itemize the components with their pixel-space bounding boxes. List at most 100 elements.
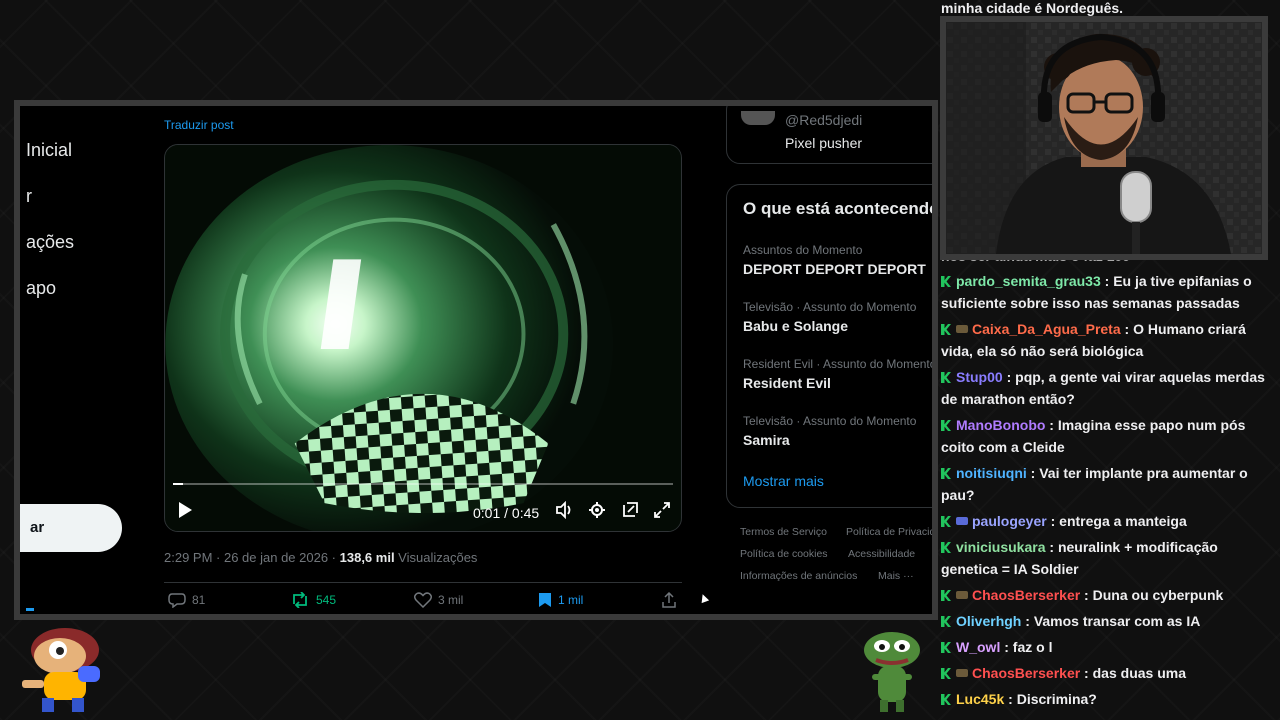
chat-separator: : <box>1026 465 1040 481</box>
mouse-cursor <box>698 592 710 604</box>
chat-message: ChaosBerserker : das duas uma <box>941 662 1273 684</box>
chat-username[interactable]: ManoBonobo <box>956 417 1045 433</box>
chat-username[interactable]: Luc45k <box>956 691 1004 707</box>
trends-title: O que está acontecendo <box>743 199 932 218</box>
chat-message: viniciusukara : neuralink + modificação … <box>941 536 1273 580</box>
chat-username[interactable]: ChaosBerserker <box>972 665 1080 681</box>
chat-badge-icon <box>941 668 951 679</box>
translate-post-link[interactable]: Traduzir post <box>164 118 234 132</box>
video-progress-fill <box>173 483 183 485</box>
right-sidebar: @Red5djedi Pixel pusher O que está acont… <box>726 106 932 614</box>
chat-message: noitisiuqni : Vai ter implante pra aumen… <box>941 462 1273 506</box>
video-time: 0:01 / 0:45 <box>473 505 540 521</box>
video-progress-bar[interactable] <box>173 483 673 485</box>
cookies-link[interactable]: Política de cookies <box>740 548 828 560</box>
streamer-webcam-image <box>946 22 1262 254</box>
nav-item-home[interactable]: Inicial <box>26 140 72 161</box>
mascot-sticker <box>22 628 100 712</box>
follow-bio: Pixel pusher <box>785 135 863 151</box>
chat-username[interactable]: paulogeyer <box>972 513 1047 529</box>
chat-badge-icon <box>941 324 951 335</box>
chat-badge-icon <box>941 616 951 627</box>
chat-username[interactable]: Stup00 <box>956 369 1003 385</box>
picture-in-picture-icon[interactable] <box>621 501 639 519</box>
trend-item[interactable]: Televisão · Assunto do Momento Samira <box>743 414 916 448</box>
accessibility-link[interactable]: Acessibilidade <box>848 548 915 560</box>
trend-name: DEPORT DEPORT DEPORT <box>743 261 926 277</box>
screen-capture-frame: Inicial r ações apo ar Traduzir post 0:0… <box>14 100 938 620</box>
video-player[interactable]: 0:01 / 0:45 <box>164 144 682 532</box>
chat-username[interactable]: viniciusukara <box>956 539 1046 555</box>
trend-name: Babu e Solange <box>743 318 849 334</box>
post-button[interactable]: ar <box>20 504 122 552</box>
settings-gear-icon[interactable] <box>588 501 606 519</box>
chat-badge-icon <box>941 468 951 479</box>
terms-link[interactable]: Termos de Serviço <box>740 526 827 538</box>
webcam-video <box>946 22 1262 254</box>
chat-text: Duna ou cyberpunk <box>1092 587 1224 603</box>
chat-username[interactable]: W_owl <box>956 639 1000 655</box>
chat-badge-icon <box>941 516 951 527</box>
chat-separator: : <box>1002 369 1016 385</box>
chat-separator: : <box>1046 513 1060 529</box>
repost-count: 545 <box>316 593 337 607</box>
ads-info-link[interactable]: Informações de anúncios <box>740 570 857 582</box>
chat-text: faz o l <box>1012 639 1053 655</box>
twitter-page: Inicial r ações apo ar Traduzir post 0:0… <box>20 106 932 614</box>
who-to-follow-card: @Red5djedi Pixel pusher <box>726 106 932 164</box>
trends-card: O que está acontecendo Assuntos do Momen… <box>726 184 932 508</box>
chat-username[interactable]: ChaosBerserker <box>972 587 1080 603</box>
nav-item-explore[interactable]: r <box>26 186 32 207</box>
trend-item[interactable]: Televisão · Assunto do Momento Babu e So… <box>743 300 916 334</box>
more-link[interactable]: Mais ··· <box>878 570 914 582</box>
chat-text: das duas uma <box>1092 665 1186 681</box>
trend-name: Resident Evil <box>743 375 831 391</box>
chat-separator: : <box>1045 417 1058 433</box>
reply-count: 81 <box>192 593 206 607</box>
post-timestamp[interactable]: 2:29 PM · 26 de jan de 2026 · <box>164 550 340 565</box>
views-label: Visualizações <box>394 550 478 565</box>
show-more-link[interactable]: Mostrar mais <box>743 473 824 489</box>
nav-item-chat[interactable]: apo <box>26 278 56 299</box>
trend-item[interactable]: Assuntos do Momento DEPORT DEPORT DEPORT <box>743 243 926 277</box>
chat-text: entrega a manteiga <box>1059 513 1187 529</box>
chat-text: Vamos transar com as IA <box>1033 613 1201 629</box>
play-icon[interactable] <box>177 501 193 519</box>
nav-item-notifications[interactable]: ações <box>26 232 74 253</box>
avatar[interactable] <box>741 111 775 125</box>
repost-button[interactable]: 545 <box>290 592 336 608</box>
video-frame-tunnel <box>165 145 681 531</box>
video-controls: 0:01 / 0:45 <box>165 495 681 529</box>
bookmark-icon <box>539 593 551 607</box>
subscriber-badge-icon <box>956 591 968 599</box>
chat-badge-icon <box>941 542 951 553</box>
subscriber-badge-icon <box>956 325 968 333</box>
post-actions: 81 545 3 mil 1 mil <box>164 592 682 614</box>
fullscreen-icon[interactable] <box>653 501 671 519</box>
trend-item[interactable]: Resident Evil · Assunto do Momento Resid… <box>743 357 932 391</box>
chat-badge-icon <box>941 276 951 287</box>
like-count: 3 mil <box>438 593 464 607</box>
chat-badge-icon <box>941 590 951 601</box>
chat-message: Oliverhgh : Vamos transar com as IA <box>941 610 1273 632</box>
chat-username[interactable]: Caixa_Da_Agua_Preta <box>972 321 1121 337</box>
share-button[interactable] <box>662 592 676 608</box>
chat-username[interactable]: pardo_semita_grau33 <box>956 273 1101 289</box>
heart-icon <box>414 592 432 608</box>
chat-message: Luc45k : Discrimina? <box>941 688 1273 710</box>
chat-username[interactable]: Oliverhgh <box>956 613 1021 629</box>
like-button[interactable]: 3 mil <box>414 592 463 608</box>
privacy-link[interactable]: Política de Privacidade <box>846 526 932 538</box>
chat-separator: : <box>1045 539 1058 555</box>
chat-username[interactable]: noitisiuqni <box>956 465 1027 481</box>
chat-message: paulogeyer : entrega a manteiga <box>941 510 1273 532</box>
follow-handle[interactable]: @Red5djedi <box>785 112 862 128</box>
volume-icon[interactable] <box>555 501 573 519</box>
bookmark-count: 1 mil <box>558 593 584 607</box>
reply-button[interactable]: 81 <box>168 592 205 608</box>
chat-message: ChaosBerserker : Duna ou cyberpunk <box>941 584 1273 606</box>
chat-separator: : <box>1080 665 1093 681</box>
reply-icon <box>168 593 186 608</box>
bookmark-button[interactable]: 1 mil <box>538 592 583 608</box>
chat-badge-icon <box>941 372 951 383</box>
